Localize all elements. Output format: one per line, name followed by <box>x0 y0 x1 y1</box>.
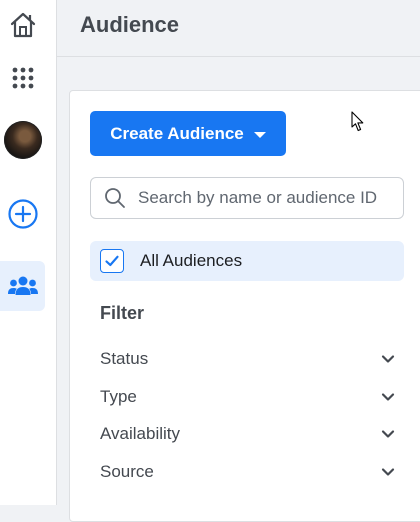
people-icon <box>7 276 38 295</box>
search-input[interactable] <box>136 187 400 209</box>
filter-type[interactable]: Type <box>100 382 396 412</box>
search-box[interactable] <box>90 177 404 219</box>
filter-type-label: Type <box>100 387 137 406</box>
filter-source[interactable]: Source <box>100 457 396 487</box>
grid-icon <box>12 67 33 89</box>
filter-source-label: Source <box>100 462 154 481</box>
page-title: Audience <box>80 12 180 37</box>
all-audiences-option[interactable]: All Audiences <box>90 241 404 281</box>
filter-status[interactable]: Status <box>100 344 396 374</box>
sidebar-item-create[interactable] <box>0 189 45 239</box>
sidebar-item-profile[interactable] <box>0 115 45 165</box>
home-icon <box>10 12 35 38</box>
all-audiences-label: All Audiences <box>140 251 243 270</box>
create-audience-label: Create Audience <box>110 123 244 143</box>
filter-availability-label: Availability <box>100 424 181 443</box>
left-sidebar <box>0 0 57 505</box>
audience-filter-panel: Create Audience All Audiences Filter Sta… <box>69 90 420 522</box>
caret-down-icon <box>253 131 266 138</box>
chevron-down-icon <box>381 355 395 363</box>
create-audience-button[interactable]: Create Audience <box>90 111 286 156</box>
mouse-pointer-icon <box>351 111 364 132</box>
checkmark-icon <box>105 255 119 267</box>
filter-status-label: Status <box>100 349 149 368</box>
sidebar-item-home[interactable] <box>0 0 45 50</box>
filter-availability[interactable]: Availability <box>100 419 396 449</box>
chevron-down-icon <box>381 468 395 476</box>
filter-title: Filter <box>100 303 145 323</box>
avatar <box>3 121 42 159</box>
search-icon <box>105 188 125 208</box>
chevron-down-icon <box>381 393 395 401</box>
plus-circle-icon <box>7 199 38 229</box>
chevron-down-icon <box>381 430 395 438</box>
all-audiences-checkbox[interactable] <box>100 249 124 273</box>
header-divider <box>57 56 420 57</box>
sidebar-item-audiences[interactable] <box>0 261 45 311</box>
main-content: Audience Create Audience All Audiences F… <box>57 0 420 522</box>
sidebar-item-all-tools[interactable] <box>0 53 45 103</box>
